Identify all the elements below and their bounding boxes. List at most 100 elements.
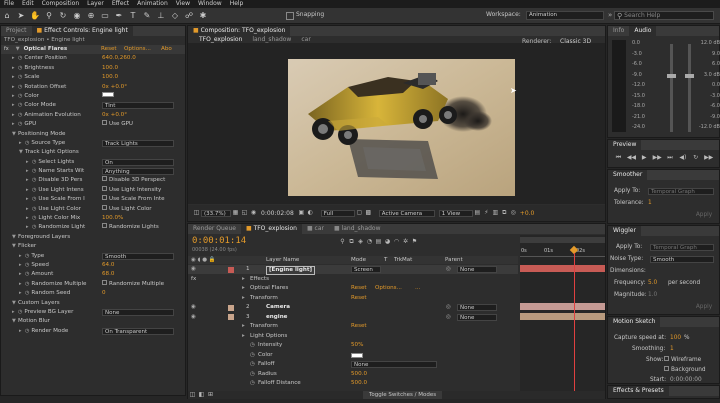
- exposure-value[interactable]: +0.0: [520, 210, 535, 217]
- effect-prop-dropdown[interactable]: On Transparent: [102, 327, 174, 335]
- frequency-value[interactable]: 5.0: [648, 280, 657, 286]
- stopwatch-icon[interactable]: ◷: [18, 74, 22, 80]
- effect-prop-value[interactable]: 100.0: [102, 73, 118, 82]
- menu-layer[interactable]: Layer: [87, 0, 104, 8]
- layer-row[interactable]: ◉ 1 [Engine light] Screen None ◎: [188, 265, 518, 275]
- effect-prop-row[interactable]: ▸ ◷ Animation Evolution 0x +0.0°: [1, 111, 185, 120]
- stopwatch-icon[interactable]: ◷: [25, 140, 29, 146]
- pick-whip-icon[interactable]: ◎: [446, 303, 451, 312]
- effect-prop-dropdown[interactable]: Tint: [102, 102, 174, 110]
- smoother-apply-button[interactable]: Apply: [692, 212, 716, 220]
- layer-name[interactable]: [Engine light]: [266, 265, 316, 275]
- col-parent[interactable]: Parent: [445, 257, 463, 263]
- effect-prop-value[interactable]: 0x +0.0°: [102, 111, 127, 120]
- col-t[interactable]: T: [384, 257, 387, 263]
- timeline-icon[interactable]: ▥: [491, 209, 500, 217]
- tolerance-value[interactable]: 1: [648, 200, 652, 206]
- menu-help[interactable]: Help: [230, 0, 244, 8]
- time-graph[interactable]: 0s 01s 02s: [520, 235, 605, 393]
- effect-prop-value[interactable]: 0x +0.0°: [102, 83, 127, 92]
- resolution-dropdown[interactable]: Full: [320, 209, 355, 217]
- reset-exposure-icon[interactable]: ◎: [509, 209, 518, 217]
- effect-prop-checkbox[interactable]: Randomize Lights: [102, 223, 159, 232]
- stopwatch-icon[interactable]: ◷: [18, 55, 22, 61]
- smoother-apply-to-dropdown[interactable]: Temporal Graph: [648, 188, 714, 195]
- parent-dropdown[interactable]: None: [457, 304, 497, 311]
- selection-tool-icon[interactable]: ➤: [16, 11, 26, 21]
- stopwatch-icon[interactable]: ◷: [32, 206, 36, 212]
- brainstorm-icon[interactable]: ✲: [401, 238, 410, 246]
- type-tool-icon[interactable]: T: [128, 11, 138, 21]
- pen-tool-icon[interactable]: ✒: [114, 11, 124, 21]
- ram-preview-icon[interactable]: ▶▶: [704, 154, 713, 162]
- stopwatch-icon[interactable]: ◷: [18, 309, 22, 315]
- stopwatch-icon[interactable]: ◷: [25, 262, 29, 268]
- home-icon[interactable]: ⌂: [2, 11, 12, 21]
- tab-car[interactable]: ■ car: [302, 224, 329, 234]
- menu-window[interactable]: Window: [198, 0, 222, 8]
- effect-prop-row[interactable]: ▼ Motion Blur: [1, 317, 185, 326]
- search-timeline-icon[interactable]: ⚲: [338, 238, 347, 246]
- fx-icon[interactable]: fx: [191, 275, 196, 284]
- magnification-dropdown[interactable]: (33.7%): [201, 209, 231, 217]
- motion-blur-icon[interactable]: ◕: [383, 238, 392, 246]
- effect-prop-checkbox[interactable]: Use Light Intensity: [102, 185, 161, 195]
- hand-tool-icon[interactable]: ✋: [30, 11, 40, 21]
- menu-composition[interactable]: Composition: [42, 0, 79, 8]
- layer-name[interactable]: Camera: [266, 303, 290, 312]
- last-frame-icon[interactable]: ⏭: [665, 154, 674, 162]
- mask-visibility-icon[interactable]: ◱: [240, 209, 249, 217]
- snapping-checkbox[interactable]: [286, 12, 294, 20]
- effect-prop-row[interactable]: ▼ Track Light Options: [1, 148, 185, 157]
- effect-prop-row[interactable]: ▼ Positioning Mode: [1, 130, 185, 139]
- fast-previews-icon[interactable]: ⚡: [482, 209, 491, 217]
- effect-prop-row[interactable]: ▸ ◷ Center Position 640.0,260.0: [1, 54, 185, 63]
- show-snapshot-icon[interactable]: ▣: [297, 209, 306, 217]
- footer-expand-icon[interactable]: ◧: [197, 391, 206, 399]
- effect-prop-row[interactable]: ▸ ◷ Disable 3D Pers Disable 3D Perspect: [1, 176, 185, 185]
- stopwatch-icon[interactable]: ◷: [32, 177, 36, 183]
- footer-enable-icon[interactable]: ⊞: [206, 391, 215, 399]
- audio-icon[interactable]: ◀): [678, 154, 687, 162]
- layer-duration-bar[interactable]: [520, 312, 605, 320]
- col-mode[interactable]: Mode: [351, 257, 366, 263]
- disclosure-triangle-icon[interactable]: ▸: [242, 332, 245, 341]
- region-of-interest-icon[interactable]: ▢: [355, 209, 364, 217]
- footer-toggle-icon[interactable]: ◫: [188, 391, 197, 399]
- stopwatch-icon[interactable]: ◷: [32, 159, 36, 165]
- effect-prop-row[interactable]: ▸ ◷ Amount 68.0: [1, 270, 185, 279]
- effect-prop-row[interactable]: ▸ ◷ Use Light Color Use Light Color: [1, 204, 185, 214]
- stopwatch-icon[interactable]: ◷: [32, 168, 36, 174]
- effect-prop-row[interactable]: ▸ ◷ Type Smooth: [1, 252, 185, 261]
- noise-type-dropdown[interactable]: Smooth: [650, 256, 714, 263]
- wiggler-apply-to-dropdown[interactable]: Temporal Graph: [650, 244, 714, 251]
- graph-editor-icon[interactable]: ◠: [392, 238, 401, 246]
- effect-prop-row[interactable]: ▼ Custom Layers: [1, 299, 185, 308]
- property-value[interactable]: 50%: [351, 341, 363, 350]
- blend-mode-dropdown[interactable]: Screen: [351, 266, 381, 273]
- tab-tfo-explosion[interactable]: ■ TFO_explosion: [240, 224, 302, 234]
- disclosure-triangle-icon[interactable]: ▼: [16, 45, 22, 54]
- eraser-tool-icon[interactable]: ◇: [170, 11, 180, 21]
- capture-speed-value[interactable]: 100: [670, 335, 681, 341]
- play-icon[interactable]: ▶: [640, 154, 649, 162]
- work-area-bar[interactable]: [520, 237, 605, 243]
- pick-whip-icon[interactable]: ◎: [446, 313, 451, 322]
- stopwatch-icon[interactable]: ◷: [18, 84, 22, 90]
- audio-level-slider-right[interactable]: [685, 44, 694, 132]
- effect-prop-row[interactable]: ▸ ◷ Randomize Light Randomize Lights: [1, 223, 185, 232]
- stopwatch-icon[interactable]: ◷: [250, 351, 255, 360]
- more-link[interactable]: ...: [415, 284, 420, 293]
- effect-prop-row[interactable]: ▸ ◷ Random Seed 0: [1, 289, 185, 298]
- effect-prop-row[interactable]: ▸ ◷ Color Mode Tint: [1, 101, 185, 110]
- reset-link[interactable]: Reset: [351, 284, 367, 293]
- menu-animation[interactable]: Animation: [137, 0, 168, 8]
- property-row[interactable]: ▸ Optical Flares Reset Options......: [188, 284, 518, 293]
- stopwatch-icon[interactable]: ◷: [250, 379, 255, 388]
- effect-prop-checkbox[interactable]: Use GPU: [102, 120, 133, 129]
- effect-prop-row[interactable]: ▸ ◷ Render Mode On Transparent: [1, 327, 185, 336]
- frame-blending-icon[interactable]: ▤: [374, 238, 383, 246]
- toggle-pixel-icon[interactable]: ▤: [473, 209, 482, 217]
- effect-prop-row[interactable]: ▼ Foreground Layers: [1, 233, 185, 242]
- view-layout-dropdown[interactable]: 1 View: [438, 209, 473, 217]
